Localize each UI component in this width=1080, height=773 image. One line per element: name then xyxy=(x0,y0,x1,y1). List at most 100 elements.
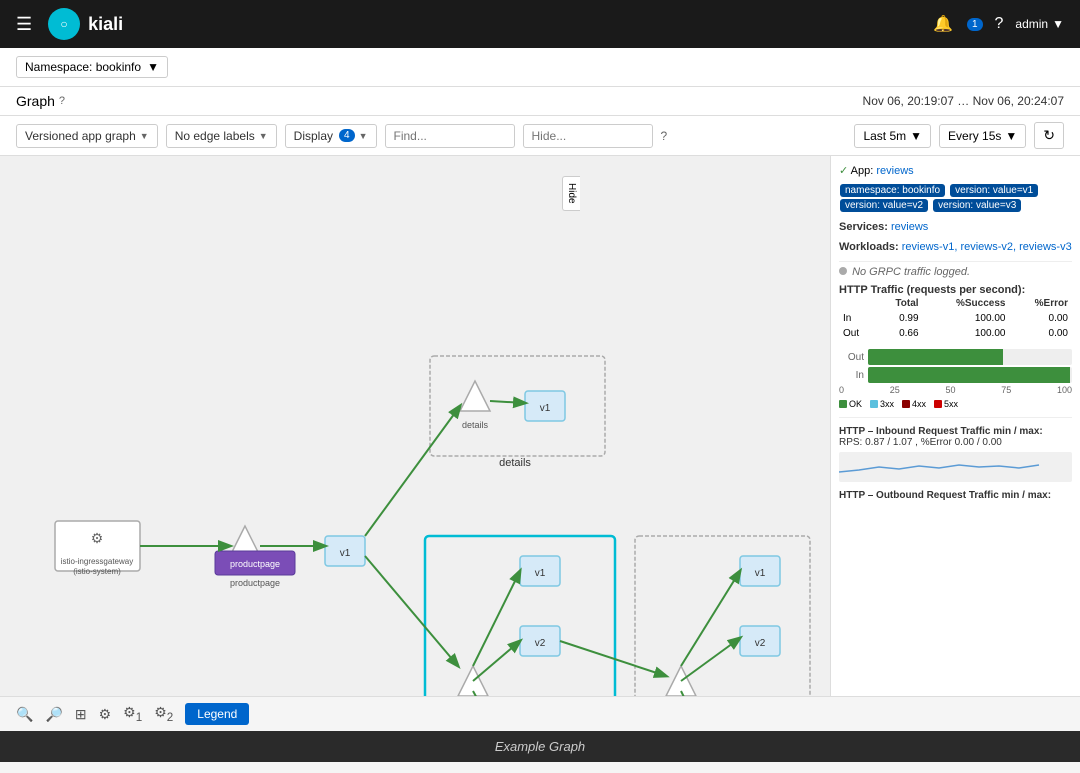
svg-text:v1: v1 xyxy=(755,568,766,579)
navbar-left: ☰ ○ kiali xyxy=(16,8,123,40)
time-range-label: Last 5m xyxy=(863,129,906,143)
find-input[interactable] xyxy=(385,124,515,148)
legend-ok: OK xyxy=(839,399,862,409)
user-caret-icon: ▼ xyxy=(1052,17,1064,31)
chart-out-label: Out xyxy=(839,352,864,363)
legend-3xx: 3xx xyxy=(870,399,894,409)
graph-area[interactable]: Hide reviews ratings details ⚙ istio-ing… xyxy=(0,156,830,696)
svg-text:⚙: ⚙ xyxy=(91,530,104,546)
workloads-value[interactable]: reviews-v1, reviews-v2, reviews-v3 xyxy=(902,241,1072,253)
svg-text:v2: v2 xyxy=(535,638,546,649)
logo-text: kiali xyxy=(88,14,123,35)
tag-version-v1[interactable]: version: value=v1 xyxy=(950,184,1038,197)
filter-bar: Versioned app graph ▼ No edge labels ▼ D… xyxy=(0,116,1080,156)
graph-type-selector[interactable]: Versioned app graph ▼ xyxy=(16,124,158,148)
chart-out-bar xyxy=(868,349,1003,365)
footer-text: Example Graph xyxy=(495,739,585,754)
error-in: 0.00 xyxy=(1009,311,1072,326)
page-title: Graph ? xyxy=(16,93,65,109)
rps-inbound-section: HTTP – Inbound Request Traffic min / max… xyxy=(839,426,1072,482)
refresh-interval-selector[interactable]: Every 15s ▼ xyxy=(939,124,1026,148)
footer: Example Graph xyxy=(0,731,1080,762)
svg-text:v1: v1 xyxy=(535,568,546,579)
notification-badge: 1 xyxy=(967,18,983,31)
col-total: Total xyxy=(875,296,922,311)
total-in: 0.99 xyxy=(875,311,922,326)
namespace-label: Namespace: bookinfo xyxy=(25,60,141,74)
svg-text:productpage: productpage xyxy=(230,559,280,569)
chart-legend: OK 3xx 4xx 5xx xyxy=(839,399,1072,409)
graph-svg[interactable]: reviews ratings details ⚙ istio-ingressg… xyxy=(0,156,830,696)
services-value[interactable]: reviews xyxy=(891,221,928,233)
time-range-caret-icon: ▼ xyxy=(910,129,922,143)
dir-in: In xyxy=(839,311,875,326)
tag-version-v3[interactable]: version: value=v3 xyxy=(933,199,1021,212)
traffic-table: Total %Success %Error In 0.99 100.00 0.0… xyxy=(839,296,1072,341)
svg-text:○: ○ xyxy=(61,17,68,31)
graph-type-caret-icon: ▼ xyxy=(140,131,149,141)
app-name-link[interactable]: reviews xyxy=(876,165,913,177)
chart-axis: 0 25 50 75 100 xyxy=(839,385,1072,395)
axis-100: 100 xyxy=(1057,385,1072,395)
legend-ok-dot xyxy=(839,400,847,408)
side-panel: ✓ App: reviews namespace: bookinfo versi… xyxy=(830,156,1080,696)
chart-in-bar xyxy=(868,367,1070,383)
hide-panel-tab[interactable]: Hide xyxy=(562,176,580,211)
filter-help-icon[interactable]: ? xyxy=(661,129,668,143)
display-selector[interactable]: Display 4 ▼ xyxy=(285,124,377,148)
success-in: 100.00 xyxy=(923,311,1010,326)
svg-text:v1: v1 xyxy=(540,403,551,414)
rps-inbound-chart xyxy=(839,452,1072,482)
help-icon[interactable]: ? xyxy=(995,15,1004,33)
panel-services: Services: reviews xyxy=(839,221,1072,233)
panel-app-header: ✓ App: reviews xyxy=(839,164,1072,177)
hide-input[interactable] xyxy=(523,124,653,148)
edge-labels-label: No edge labels xyxy=(175,129,255,143)
layout-default-button[interactable]: ⚙ xyxy=(99,706,112,723)
chart-in-bar-wrap xyxy=(868,367,1072,383)
zoom-in-button[interactable]: 🔍 xyxy=(16,706,33,723)
legend-5xx-label: 5xx xyxy=(944,399,958,409)
traffic-row-out: Out 0.66 100.00 0.00 xyxy=(839,326,1072,341)
dir-out: Out xyxy=(839,326,875,341)
hide-tab-label: Hide xyxy=(566,183,577,204)
layout-2-button[interactable]: ⚙2 xyxy=(154,704,173,724)
user-name: admin xyxy=(1015,17,1048,31)
grpc-note-text: No GRPC traffic logged. xyxy=(852,266,970,278)
layout-1-button[interactable]: ⚙1 xyxy=(123,704,142,724)
bell-icon[interactable]: 🔔 xyxy=(933,14,953,34)
hide-tab-button[interactable]: Hide xyxy=(562,176,580,211)
logo-circle: ○ xyxy=(48,8,80,40)
zoom-out-button[interactable]: 🔎 xyxy=(45,706,62,723)
edge-labels-selector[interactable]: No edge labels ▼ xyxy=(166,124,277,148)
kiali-logo: ○ kiali xyxy=(48,8,123,40)
traffic-chart: Out In 0 25 50 75 100 xyxy=(839,349,1072,409)
tag-version-v2[interactable]: version: value=v2 xyxy=(840,199,928,212)
success-out: 100.00 xyxy=(923,326,1010,341)
legend-ok-label: OK xyxy=(849,399,862,409)
time-range-selector[interactable]: Last 5m ▼ xyxy=(854,124,931,148)
col-error: %Error xyxy=(1009,296,1072,311)
display-caret-icon: ▼ xyxy=(359,131,368,141)
legend-button[interactable]: Legend xyxy=(185,703,249,725)
fit-graph-button[interactable]: ⊞ xyxy=(75,706,87,723)
svg-text:v1: v1 xyxy=(340,548,351,559)
legend-4xx: 4xx xyxy=(902,399,926,409)
legend-5xx-dot xyxy=(934,400,942,408)
tag-namespace[interactable]: namespace: bookinfo xyxy=(840,184,945,197)
refresh-button[interactable]: ↻ xyxy=(1034,122,1064,149)
refresh-interval-caret-icon: ▼ xyxy=(1005,129,1017,143)
graph-title-bar: Graph ? Nov 06, 20:19:07 … Nov 06, 20:24… xyxy=(0,87,1080,116)
chart-in-row: In xyxy=(839,367,1072,383)
namespace-caret-icon: ▼ xyxy=(147,60,159,74)
http-traffic-label: HTTP Traffic (requests per second): xyxy=(839,284,1072,296)
chart-out-bar-wrap xyxy=(868,349,1072,365)
user-menu[interactable]: admin ▼ xyxy=(1015,17,1064,31)
svg-text:details: details xyxy=(499,457,531,469)
namespace-selector[interactable]: Namespace: bookinfo ▼ xyxy=(16,56,168,78)
hamburger-icon[interactable]: ☰ xyxy=(16,14,32,35)
graph-help-icon[interactable]: ? xyxy=(59,95,65,107)
rps-inbound-values: RPS: 0.87 / 1.07 , %Error 0.00 / 0.00 xyxy=(839,437,1072,448)
bottom-toolbar: 🔍 🔎 ⊞ ⚙ ⚙1 ⚙2 Legend xyxy=(0,696,1080,731)
axis-25: 25 xyxy=(890,385,900,395)
